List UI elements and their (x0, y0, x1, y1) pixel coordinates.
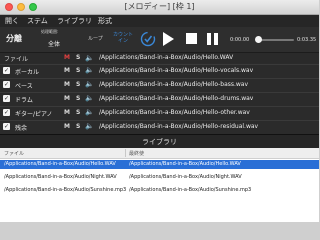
loop-button[interactable]: ループ (88, 35, 103, 42)
speaker-icon[interactable]: 🔈 (85, 66, 94, 74)
menu-stems[interactable]: ステム (27, 16, 48, 26)
mute-button[interactable]: M (64, 109, 70, 116)
menu-open[interactable]: 開く (5, 16, 19, 26)
track-path: /Applications/Band-in-a-Box/Audio/Hello-… (99, 67, 254, 74)
speaker-icon[interactable]: 🔈 (85, 54, 94, 62)
range-label: 処理範囲: (41, 29, 59, 34)
total-time: 0:03.35 (297, 37, 317, 43)
mute-all-button[interactable]: M (64, 54, 70, 61)
solo-button[interactable]: S (76, 123, 80, 130)
track-checkbox[interactable]: ✓ (3, 123, 10, 130)
mute-button[interactable]: M (64, 81, 70, 88)
track-row-bass: ✓ ベース M S 🔈 /Applications/Band-in-a-Box/… (0, 78, 319, 91)
mute-button[interactable]: M (64, 67, 70, 74)
title-bar: [メロディー] [枠 1] (0, 0, 319, 15)
track-name: ボーカル (15, 69, 40, 76)
library-table: ファイル 最終使 /Applications/Band-in-a-Box/Aud… (0, 148, 319, 222)
library-file: /Applications/Band-in-a-Box/Audio/Hello.… (4, 161, 116, 167)
library-row[interactable]: /Applications/Band-in-a-Box/Audio/Night.… (0, 173, 319, 182)
column-header-last-used[interactable]: 最終使 (129, 150, 144, 157)
speaker-icon[interactable]: 🔈 (85, 108, 94, 116)
play-icon[interactable] (163, 32, 174, 46)
solo-button[interactable]: S (76, 81, 80, 88)
count-in-label-line2: イン (118, 38, 129, 44)
solo-all-button[interactable]: S (76, 54, 80, 61)
track-row-residual: ✓ 残余 M S 🔈 /Applications/Band-in-a-Box/A… (0, 120, 319, 133)
library-title-bar: ライブラリ (0, 134, 319, 148)
library-row[interactable]: /Applications/Band-in-a-Box/Audio/Hello.… (0, 160, 319, 169)
library-last-used: /Applications/Band-in-a-Box/Audio/Sunshi… (129, 187, 252, 193)
speaker-icon[interactable]: 🔈 (85, 94, 94, 102)
range-select[interactable]: 全体 (48, 39, 60, 48)
track-row-guitar-piano: ✓ ギター/ピアノ M S 🔈 /Applications/Band-in-a-… (0, 106, 319, 119)
file-label: ファイル (4, 56, 29, 63)
track-row-drums: ✓ ドラム M S 🔈 /Applications/Band-in-a-Box/… (0, 92, 319, 105)
track-name: ギター/ピアノ (15, 111, 53, 118)
stop-icon[interactable] (186, 33, 197, 44)
menu-library[interactable]: ライブラリ (57, 16, 92, 26)
library-last-used: /Applications/Band-in-a-Box/Audio/Night.… (129, 174, 242, 180)
current-time: 0:00.00 (230, 37, 250, 43)
window-title: [メロディー] [枠 1] (124, 2, 195, 11)
toolbar: 分離 処理範囲: 全体 ループ カウント イン 0:00.00 0:03.35 (0, 27, 319, 53)
seek-slider-knob[interactable] (255, 36, 262, 43)
track-header-row: ファイル M S 🔈 /Applications/Band-in-a-Box/A… (0, 53, 319, 63)
track-path: /Applications/Band-in-a-Box/Audio/Hello-… (99, 95, 254, 102)
track-checkbox[interactable]: ✓ (3, 81, 10, 88)
solo-button[interactable]: S (76, 67, 80, 74)
split-button[interactable]: 分離 (6, 33, 22, 44)
track-name: ベース (15, 83, 33, 90)
track-checkbox[interactable]: ✓ (3, 109, 10, 116)
mute-button[interactable]: M (64, 123, 70, 130)
track-checkbox[interactable]: ✓ (3, 67, 10, 74)
track-path: /Applications/Band-in-a-Box/Audio/Hello-… (99, 123, 259, 130)
pause-icon[interactable] (207, 33, 219, 45)
library-header-row: ファイル 最終使 (0, 148, 319, 159)
speaker-icon[interactable]: 🔈 (85, 122, 94, 130)
menu-format[interactable]: 形式 (98, 16, 112, 26)
library-file: /Applications/Band-in-a-Box/Audio/Night.… (4, 174, 117, 180)
metronome-icon[interactable] (140, 31, 156, 47)
track-checkbox[interactable]: ✓ (3, 95, 10, 102)
track-path: /Applications/Band-in-a-Box/Audio/Hello-… (99, 81, 249, 88)
count-in-button[interactable]: カウント イン (113, 32, 133, 44)
library-file: /Applications/Band-in-a-Box/Audio/Sunshi… (4, 187, 127, 193)
menu-bar: 開く ステム ライブラリ 形式 (0, 15, 319, 27)
solo-button[interactable]: S (76, 109, 80, 116)
speaker-icon[interactable]: 🔈 (85, 80, 94, 88)
solo-button[interactable]: S (76, 95, 80, 102)
column-divider[interactable] (125, 149, 126, 157)
track-name: 残余 (15, 125, 28, 132)
library-row[interactable]: /Applications/Band-in-a-Box/Audio/Sunshi… (0, 186, 319, 195)
library-last-used: /Applications/Band-in-a-Box/Audio/Hello.… (129, 161, 241, 167)
seek-slider[interactable] (257, 39, 294, 41)
track-path: /Applications/Band-in-a-Box/Audio/Hello-… (99, 109, 250, 116)
source-file-path: /Applications/Band-in-a-Box/Audio/Hello.… (99, 54, 234, 61)
track-name: ドラム (15, 97, 33, 104)
library-title: ライブラリ (142, 138, 177, 146)
column-header-file[interactable]: ファイル (4, 150, 24, 157)
app-window: [メロディー] [枠 1] 開く ステム ライブラリ 形式 分離 処理範囲: 全… (0, 0, 319, 222)
mute-button[interactable]: M (64, 95, 70, 102)
track-row-vocals: ✓ ボーカル M S 🔈 /Applications/Band-in-a-Box… (0, 64, 319, 77)
